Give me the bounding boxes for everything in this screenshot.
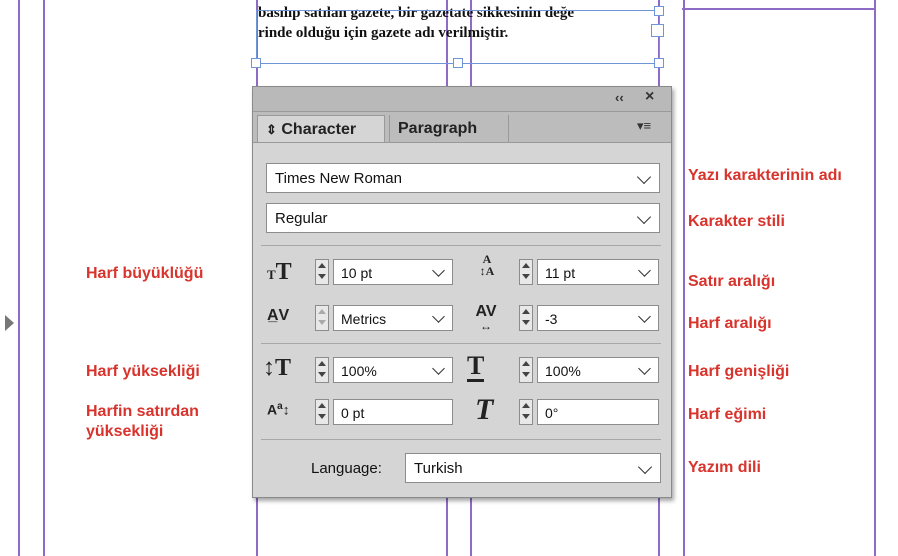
divider xyxy=(261,439,661,440)
annotation-leading: Satır aralığı xyxy=(688,273,776,290)
text-frame[interactable] xyxy=(256,10,660,64)
tracking-icon: AV ↔ xyxy=(475,303,497,334)
annotation-language: Yazım dili xyxy=(688,459,761,476)
horizontal-scale-value: 100% xyxy=(545,363,581,379)
font-size-field[interactable]: 10 pt xyxy=(333,259,453,285)
chevron-down-icon xyxy=(638,310,651,323)
collapse-panel-icon[interactable]: ‹‹ xyxy=(615,90,624,105)
collapse-arrows-icon: ⇕ xyxy=(266,122,277,137)
language-label: Language: xyxy=(311,460,382,477)
skew-icon: T xyxy=(475,393,494,426)
tab-label: Paragraph xyxy=(398,120,478,137)
horizontal-scale-field[interactable]: 100% xyxy=(537,357,659,383)
panel-tabs: ⇕ Character Paragraph ▾≡ xyxy=(253,112,671,143)
leading-stepper[interactable] xyxy=(519,259,533,285)
baseline-shift-field[interactable]: 0 pt xyxy=(333,399,453,425)
page-edge-arrow-icon xyxy=(5,315,14,331)
panel-titlebar[interactable]: ‹‹ × xyxy=(253,87,671,112)
leading-value: 11 pt xyxy=(545,265,576,281)
horizontal-scale-stepper[interactable] xyxy=(519,357,533,383)
annotation-font-name: Yazı karakterinin adı xyxy=(688,167,842,184)
guide-line xyxy=(43,0,45,556)
frame-handle[interactable] xyxy=(453,58,463,68)
font-size-stepper[interactable] xyxy=(315,259,329,285)
frame-handle[interactable] xyxy=(251,58,261,68)
annotation-tracking: Harf aralığı xyxy=(688,315,772,332)
vertical-scale-value: 100% xyxy=(341,363,377,379)
font-style-dropdown[interactable]: Regular xyxy=(266,203,660,233)
vertical-scale-stepper[interactable] xyxy=(315,357,329,383)
tab-paragraph[interactable]: Paragraph xyxy=(389,115,509,142)
tracking-stepper[interactable] xyxy=(519,305,533,331)
chevron-down-icon xyxy=(636,209,652,225)
font-style-value: Regular xyxy=(275,210,328,227)
skew-stepper[interactable] xyxy=(519,399,533,425)
tab-character[interactable]: ⇕ Character xyxy=(257,115,385,142)
divider xyxy=(261,245,661,246)
leading-field[interactable]: 11 pt xyxy=(537,259,659,285)
guide-line xyxy=(18,0,20,556)
chevron-down-icon xyxy=(636,169,652,185)
annotation-skew: Harf eğimi xyxy=(688,406,767,423)
tracking-value: -3 xyxy=(545,311,558,327)
panel-menu-icon[interactable]: ▾≡ xyxy=(637,118,651,134)
language-value: Turkish xyxy=(414,460,463,477)
baseline-shift-icon: Aa↕ xyxy=(267,401,290,418)
chevron-down-icon xyxy=(638,264,651,277)
chevron-down-icon xyxy=(637,459,653,475)
annotation-line: Harfin satırdan xyxy=(86,403,199,420)
guide-line xyxy=(682,8,876,10)
chevron-down-icon xyxy=(432,362,445,375)
vertical-scale-field[interactable]: 100% xyxy=(333,357,453,383)
chevron-down-icon xyxy=(432,310,445,323)
tracking-field[interactable]: -3 xyxy=(537,305,659,331)
font-family-dropdown[interactable]: Times New Roman xyxy=(266,163,660,193)
leading-icon: A ↕A xyxy=(479,252,495,278)
kerning-field[interactable]: Metrics xyxy=(333,305,453,331)
chevron-down-icon xyxy=(638,362,651,375)
annotation-font-style: Karakter stili xyxy=(688,213,785,230)
annotation-font-size: Harf büyüklüğü xyxy=(86,265,204,282)
language-dropdown[interactable]: Turkish xyxy=(405,453,661,483)
annotation-horizontal-scale: Harf genişliği xyxy=(688,363,790,380)
divider xyxy=(261,343,661,344)
annotation-line: yüksekliği xyxy=(86,423,164,440)
guide-line xyxy=(874,0,876,556)
vertical-scale-icon: ↕T xyxy=(263,355,292,381)
skew-field[interactable]: 0° xyxy=(537,399,659,425)
frame-handle[interactable] xyxy=(654,6,664,16)
frame-handle[interactable] xyxy=(651,24,664,37)
skew-value: 0° xyxy=(545,405,559,421)
kerning-stepper[interactable] xyxy=(315,305,329,331)
baseline-shift-stepper[interactable] xyxy=(315,399,329,425)
frame-handle[interactable] xyxy=(654,58,664,68)
font-size-icon: TT xyxy=(267,259,292,285)
tab-label: Character xyxy=(281,121,357,138)
chevron-down-icon xyxy=(432,264,445,277)
character-panel: ‹‹ × ⇕ Character Paragraph ▾≡ Times New … xyxy=(252,86,672,498)
kerning-value: Metrics xyxy=(341,311,387,327)
annotation-baseline-shift: Harfin satırdan yüksekliği xyxy=(86,402,199,442)
horizontal-scale-icon: T xyxy=(467,351,485,382)
font-size-value: 10 pt xyxy=(341,265,373,281)
font-family-value: Times New Roman xyxy=(275,170,402,187)
close-icon[interactable]: × xyxy=(645,88,654,106)
baseline-shift-value: 0 pt xyxy=(341,405,365,421)
kerning-icon: A̲V xyxy=(267,307,290,324)
annotation-vertical-scale: Harf yüksekliği xyxy=(86,363,200,380)
guide-line xyxy=(683,0,685,556)
